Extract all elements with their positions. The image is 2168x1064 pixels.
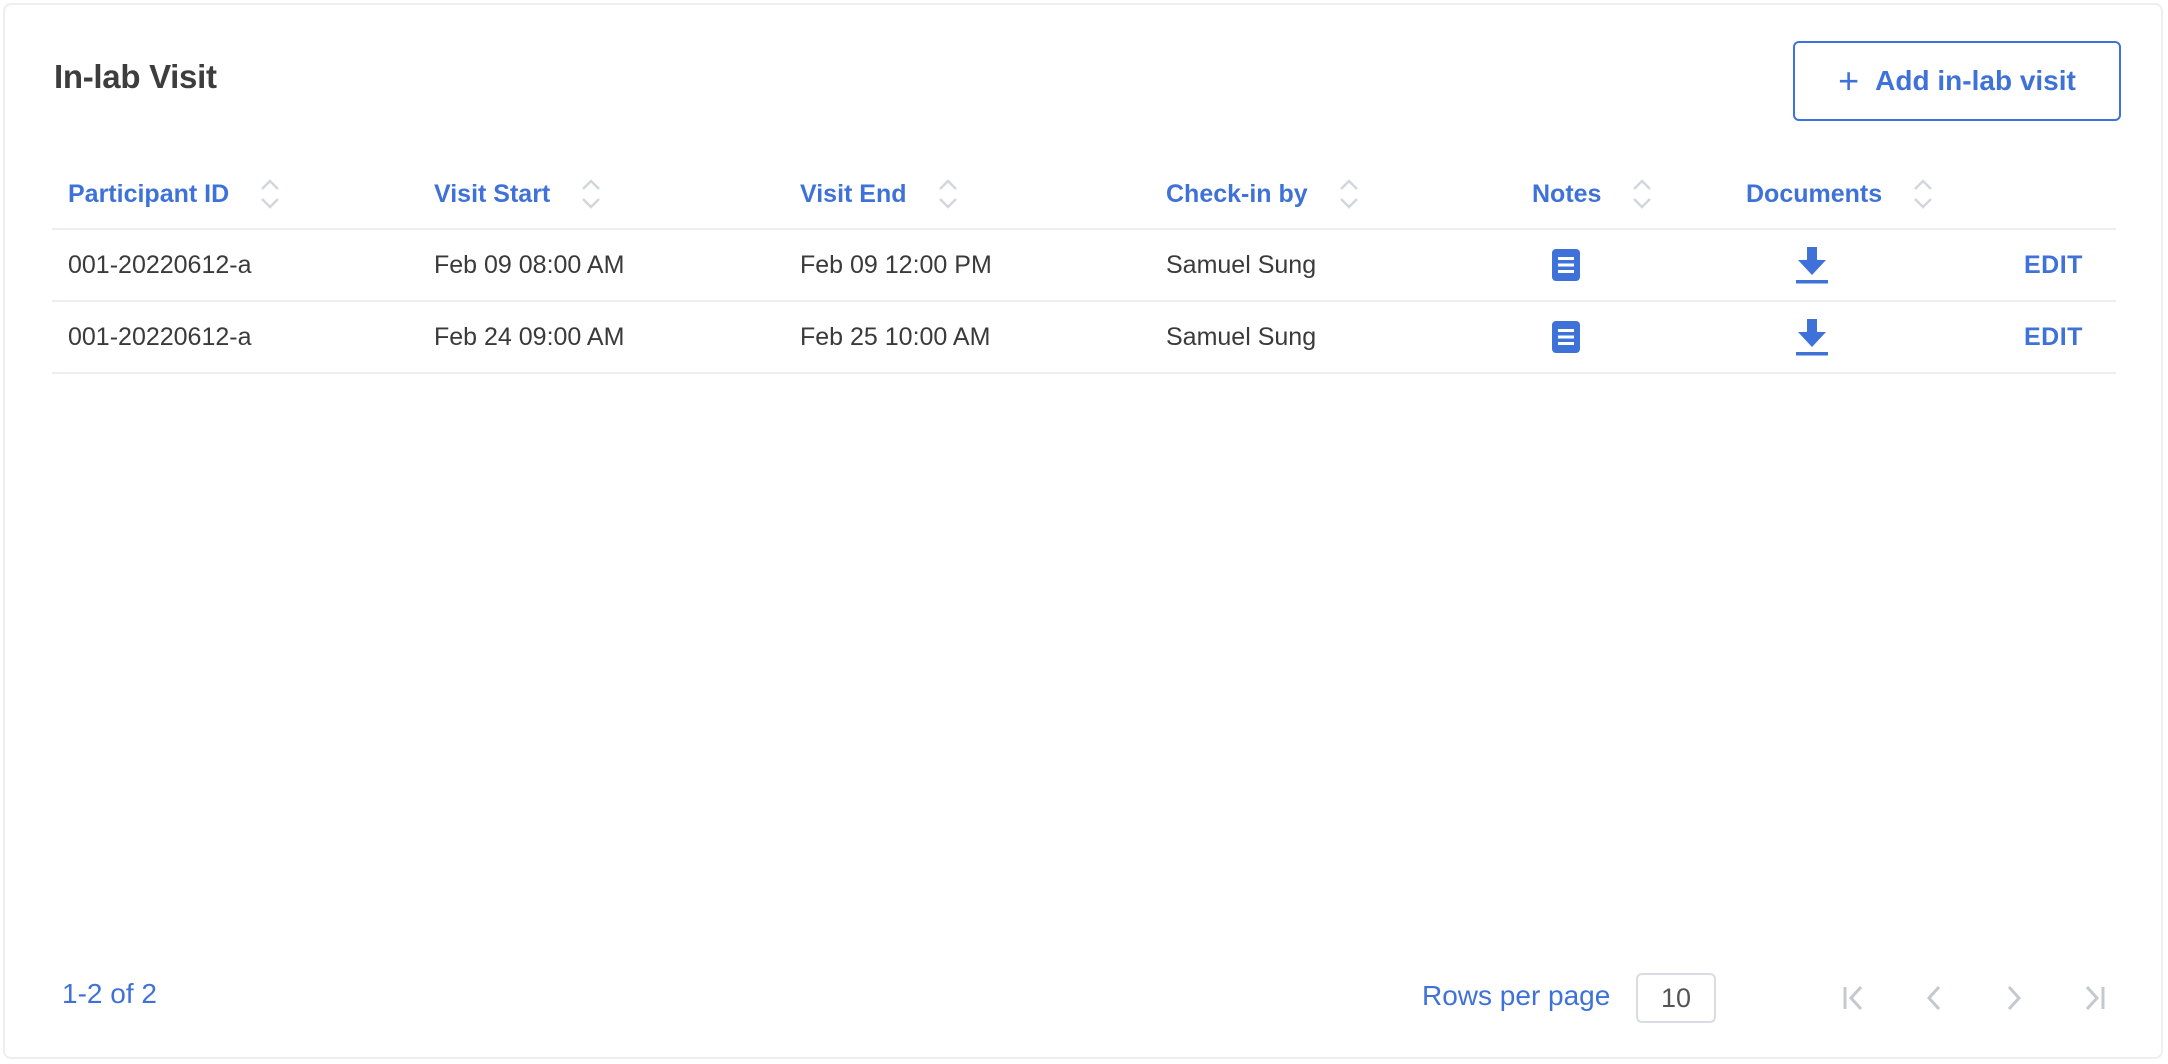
column-header-participant-id[interactable]: Participant ID: [68, 160, 283, 228]
visit-end-cell: Feb 09 12:00 PM: [800, 250, 992, 279]
sort-icon: [938, 179, 957, 209]
edit-label: EDIT: [2024, 250, 2083, 279]
last-page-icon[interactable]: [2072, 976, 2116, 1020]
visit-start-cell: Feb 09 08:00 AM: [434, 250, 625, 279]
pagination-count: 1-2 of 2: [62, 978, 157, 1009]
table-row: 001-20220612-a Feb 09 08:00 AM Feb 09 12…: [52, 230, 2116, 302]
column-header-label: Documents: [1746, 179, 1883, 208]
sort-icon: [261, 179, 280, 209]
next-page-icon[interactable]: [1992, 976, 2036, 1020]
column-header-check-in-by[interactable]: Check-in by: [1166, 160, 1362, 228]
sort-icon: [582, 179, 601, 209]
edit-link[interactable]: EDIT: [2024, 302, 2083, 372]
notes-icon[interactable]: [1541, 230, 1591, 300]
visits-table: Participant ID Visit Start Visit End Che…: [52, 160, 2116, 374]
page-title: In-lab Visit: [54, 58, 217, 95]
notes-icon[interactable]: [1541, 302, 1591, 372]
check-in-by-cell: Samuel Sung: [1166, 322, 1317, 351]
download-icon[interactable]: [1787, 230, 1837, 300]
check-in-by-cell: Samuel Sung: [1166, 250, 1317, 279]
column-header-label: Notes: [1532, 179, 1602, 208]
table-row: 001-20220612-a Feb 24 09:00 AM Feb 25 10…: [52, 302, 2116, 374]
column-header-label: Check-in by: [1166, 179, 1308, 208]
add-in-lab-visit-label: Add in-lab visit: [1875, 65, 2076, 96]
plus-icon: +: [1838, 60, 1860, 101]
rows-per-page-label: Rows per page: [1422, 980, 1611, 1011]
column-header-visit-start[interactable]: Visit Start: [434, 160, 604, 228]
column-header-label: Visit End: [800, 179, 907, 208]
visit-start-cell: Feb 24 09:00 AM: [434, 322, 625, 351]
column-header-notes[interactable]: Notes: [1532, 160, 1655, 228]
sort-icon: [1914, 179, 1933, 209]
column-header-documents[interactable]: Documents: [1746, 160, 1936, 228]
first-page-icon[interactable]: [1832, 976, 1876, 1020]
sort-icon: [1633, 179, 1652, 209]
download-icon[interactable]: [1787, 302, 1837, 372]
previous-page-icon[interactable]: [1912, 976, 1956, 1020]
visit-end-cell: Feb 25 10:00 AM: [800, 322, 991, 351]
table-header: Participant ID Visit Start Visit End Che…: [52, 160, 2116, 230]
edit-link[interactable]: EDIT: [2024, 230, 2083, 300]
column-header-label: Visit Start: [434, 179, 551, 208]
column-header-label: Participant ID: [68, 179, 230, 208]
sort-icon: [1339, 179, 1358, 209]
rows-per-page-select[interactable]: 10: [1636, 973, 1716, 1023]
participant-id-cell: 001-20220612-a: [68, 322, 252, 351]
participant-id-cell: 001-20220612-a: [68, 250, 252, 279]
add-in-lab-visit-button[interactable]: + Add in-lab visit: [1793, 41, 2121, 121]
column-header-visit-end[interactable]: Visit End: [800, 160, 961, 228]
edit-label: EDIT: [2024, 322, 2083, 351]
